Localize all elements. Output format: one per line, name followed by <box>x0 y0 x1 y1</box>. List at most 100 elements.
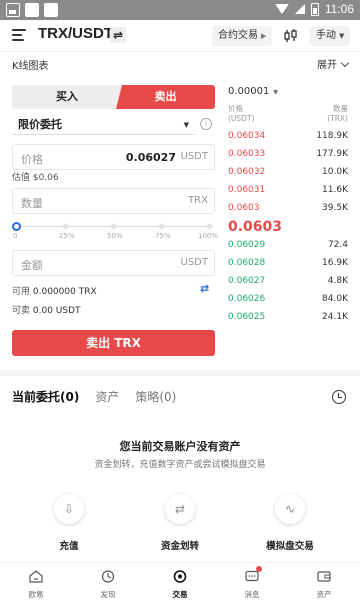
status-bar: 11:06 <box>0 0 360 20</box>
slider-step-25[interactable] <box>61 222 70 231</box>
slider-step-100[interactable] <box>205 222 214 231</box>
order-history-icon[interactable] <box>332 390 346 404</box>
ask-price: 0.0603 <box>228 203 260 213</box>
price-field[interactable]: 价格 0.06027 USDT <box>12 144 215 170</box>
contract-trade-button[interactable]: 合约交易 ▶ <box>212 26 273 46</box>
available-row: 可用 0.000000 TRX <box>12 284 97 297</box>
notification-icon <box>25 3 39 17</box>
bid-row[interactable]: 0.06029 72.4 <box>228 240 348 254</box>
price-value: 0.06027 <box>125 151 176 164</box>
expand-label: 展开 <box>317 60 337 71</box>
bid-price: 0.06028 <box>228 258 266 268</box>
section-divider <box>0 370 360 376</box>
nav-trade[interactable]: 交易 <box>144 563 216 600</box>
nav-messages[interactable]: 消息 <box>216 563 288 600</box>
empty-state-subtitle: 资金划转，充值数字资产或尝试模拟盘交易 <box>94 460 266 470</box>
tab-assets[interactable]: 资产 <box>95 388 119 408</box>
manual-mode-button[interactable]: 手动 ▼ <box>310 26 351 46</box>
pair-title[interactable]: TRX/USDT <box>38 25 113 42</box>
sell-submit-button[interactable]: 卖出 TRX <box>12 330 215 356</box>
slider-mark: 100% <box>198 232 219 240</box>
unread-badge <box>256 566 262 572</box>
demo-trading-label: 模拟盘交易 <box>266 541 314 552</box>
transfer-action[interactable]: ⇄ 资金划转 <box>140 494 220 552</box>
trade-icon <box>173 570 187 583</box>
ask-price: 0.06034 <box>228 131 266 141</box>
price-unit: USDT <box>180 151 208 162</box>
ask-price: 0.06033 <box>228 149 266 159</box>
demo-trading-action[interactable]: ∿ 模拟盘交易 <box>250 494 330 552</box>
precision-value: 0.00001 <box>228 86 270 97</box>
ask-qty: 177.9K <box>316 149 348 159</box>
tab-sell[interactable]: 卖出 <box>116 85 215 109</box>
tab-open-orders[interactable]: 当前委托(0) <box>12 388 79 408</box>
order-type-select[interactable]: 限价委托 ▼ <box>12 115 195 135</box>
ask-qty: 11.6K <box>322 185 348 195</box>
wallet-icon <box>317 571 331 582</box>
sellable-value: 0.00 USDT <box>32 306 81 316</box>
price-estimate: 估值 $0.06 <box>12 173 59 183</box>
nav-assets-label: 资产 <box>316 590 332 599</box>
slider-step-50[interactable] <box>109 222 118 231</box>
orders-tabs: 当前委托(0) 资产 策略(0) <box>12 388 176 408</box>
message-icon <box>245 570 259 582</box>
price-header-unit: (USDT) <box>228 114 255 123</box>
transfer-icon[interactable]: ⇄ <box>200 282 209 295</box>
ask-row[interactable]: 0.06031 11.6K <box>228 185 348 199</box>
nav-discover-label: 发现 <box>100 590 116 599</box>
dropdown-icon: ▼ <box>183 121 189 129</box>
swap-pair-icon[interactable]: ⇌ <box>110 27 126 43</box>
status-time: 11:06 <box>324 2 354 16</box>
tab-buy[interactable]: 买入 <box>12 85 122 109</box>
manual-mode-label: 手动 <box>316 30 336 41</box>
sellable-label: 可卖 <box>12 306 31 316</box>
total-field[interactable]: 金额 USDT <box>12 250 215 276</box>
dropdown-icon: ▼ <box>273 89 278 96</box>
empty-state-title: 您当前交易账户没有资产 <box>119 440 241 453</box>
ask-row[interactable]: 0.06034 118.9K <box>228 131 348 145</box>
bid-qty: 4.8K <box>327 276 348 286</box>
deposit-label: 充值 <box>59 541 79 552</box>
amount-field[interactable]: 数量 TRX <box>12 188 215 214</box>
bid-row[interactable]: 0.06026 84.0K <box>228 294 348 308</box>
info-icon[interactable]: i <box>200 118 212 130</box>
ask-row[interactable]: 0.06032 10.0K <box>228 167 348 181</box>
deposit-icon: ⇩ <box>54 494 84 524</box>
amount-slider[interactable]: 0 25% 50% 75% 100% <box>12 222 219 242</box>
slider-step-75[interactable] <box>157 222 166 231</box>
play-icon: ▶ <box>261 32 267 40</box>
nav-discover[interactable]: 发现 <box>72 563 144 600</box>
available-label: 可用 <box>12 287 31 297</box>
bid-row[interactable]: 0.06025 24.1K <box>228 312 348 326</box>
ask-qty: 39.5K <box>322 203 348 213</box>
bid-price: 0.06027 <box>228 276 266 286</box>
bid-row[interactable]: 0.06028 16.9K <box>228 258 348 272</box>
menu-icon[interactable] <box>12 29 26 41</box>
signal-icon <box>294 4 305 14</box>
deposit-action[interactable]: ⇩ 充值 <box>29 494 109 552</box>
notification-icon-2 <box>44 3 58 17</box>
bid-row[interactable]: 0.06027 4.8K <box>228 276 348 290</box>
ask-price: 0.06032 <box>228 167 266 177</box>
expand-button[interactable]: 展开 <box>317 56 350 71</box>
qty-header-unit: (TRX) <box>327 114 348 123</box>
precision-select[interactable]: 0.00001 ▼ <box>228 86 278 97</box>
last-price[interactable]: 0.0603 <box>228 219 282 235</box>
total-unit: USDT <box>180 257 208 268</box>
ask-row[interactable]: 0.06033 177.9K <box>228 149 348 163</box>
candlestick-icon[interactable] <box>283 28 299 44</box>
slider-knob[interactable] <box>12 222 21 231</box>
ask-row[interactable]: 0.0603 39.5K <box>228 203 348 217</box>
tab-strategies[interactable]: 策略(0) <box>135 388 176 408</box>
side-tabs: 买入 卖出 <box>12 85 215 109</box>
bid-price: 0.06025 <box>228 312 266 322</box>
kline-row[interactable]: K线图表 展开 <box>0 52 360 74</box>
total-label: 金额 <box>21 259 43 272</box>
amount-unit: TRX <box>188 195 208 206</box>
transfer-icon: ⇄ <box>165 494 195 524</box>
nav-trade-label: 交易 <box>172 590 188 599</box>
nav-assets[interactable]: 资产 <box>288 563 360 600</box>
nav-home[interactable]: 欧易 <box>0 563 72 600</box>
dropdown-icon: ▼ <box>339 32 345 40</box>
nav-home-label: 欧易 <box>28 590 44 599</box>
